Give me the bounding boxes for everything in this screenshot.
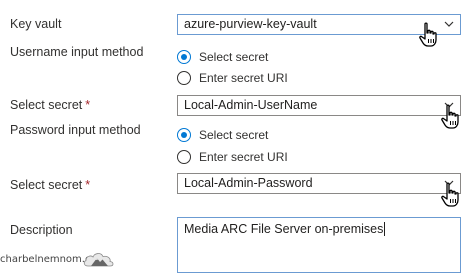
description-label: Description (10, 223, 73, 237)
username-secret-label: Select secret * (10, 98, 90, 112)
username-secret-label-text: Select secret (10, 98, 83, 112)
radio-checked-icon[interactable] (177, 128, 191, 142)
radio-label: Select secret (199, 128, 269, 142)
radio-unchecked-icon[interactable] (177, 71, 191, 85)
required-mark: * (85, 98, 91, 112)
description-value: Media ARC File Server on-premises (184, 222, 384, 236)
hand-pointer-icon (419, 22, 437, 47)
password-method-label: Password input method (10, 123, 141, 137)
username-secret-value: Local-Admin-UserName (184, 98, 318, 112)
required-mark: * (85, 178, 91, 192)
key-vault-value: azure-purview-key-vault (184, 17, 317, 31)
password-secret-label-text: Select secret (10, 178, 83, 192)
radio-label: Enter secret URI (199, 150, 288, 164)
password-radio-select-secret[interactable]: Select secret (177, 126, 268, 144)
username-radio-enter-uri[interactable]: Enter secret URI (177, 69, 288, 87)
description-textarea[interactable]: Media ARC File Server on-premises (177, 217, 461, 273)
username-radio-select-secret[interactable]: Select secret (177, 48, 268, 66)
password-radio-enter-uri[interactable]: Enter secret URI (177, 148, 288, 166)
radio-label: Enter secret URI (199, 71, 288, 85)
hand-pointer-icon (441, 182, 459, 207)
radio-unchecked-icon[interactable] (177, 150, 191, 164)
password-secret-label: Select secret * (10, 178, 90, 192)
password-secret-value: Local-Admin-Password (184, 176, 313, 190)
text-caret (384, 222, 386, 236)
password-secret-dropdown[interactable]: Local-Admin-Password (177, 173, 461, 194)
key-vault-label: Key vault (10, 17, 62, 31)
radio-checked-icon[interactable] (177, 50, 191, 64)
hand-pointer-icon (441, 104, 459, 129)
username-secret-dropdown[interactable]: Local-Admin-UserName (177, 95, 461, 116)
radio-label: Select secret (199, 50, 269, 64)
username-method-label: Username input method (10, 45, 144, 59)
chevron-down-icon (444, 21, 454, 27)
cloud-mountain-logo (83, 253, 114, 267)
